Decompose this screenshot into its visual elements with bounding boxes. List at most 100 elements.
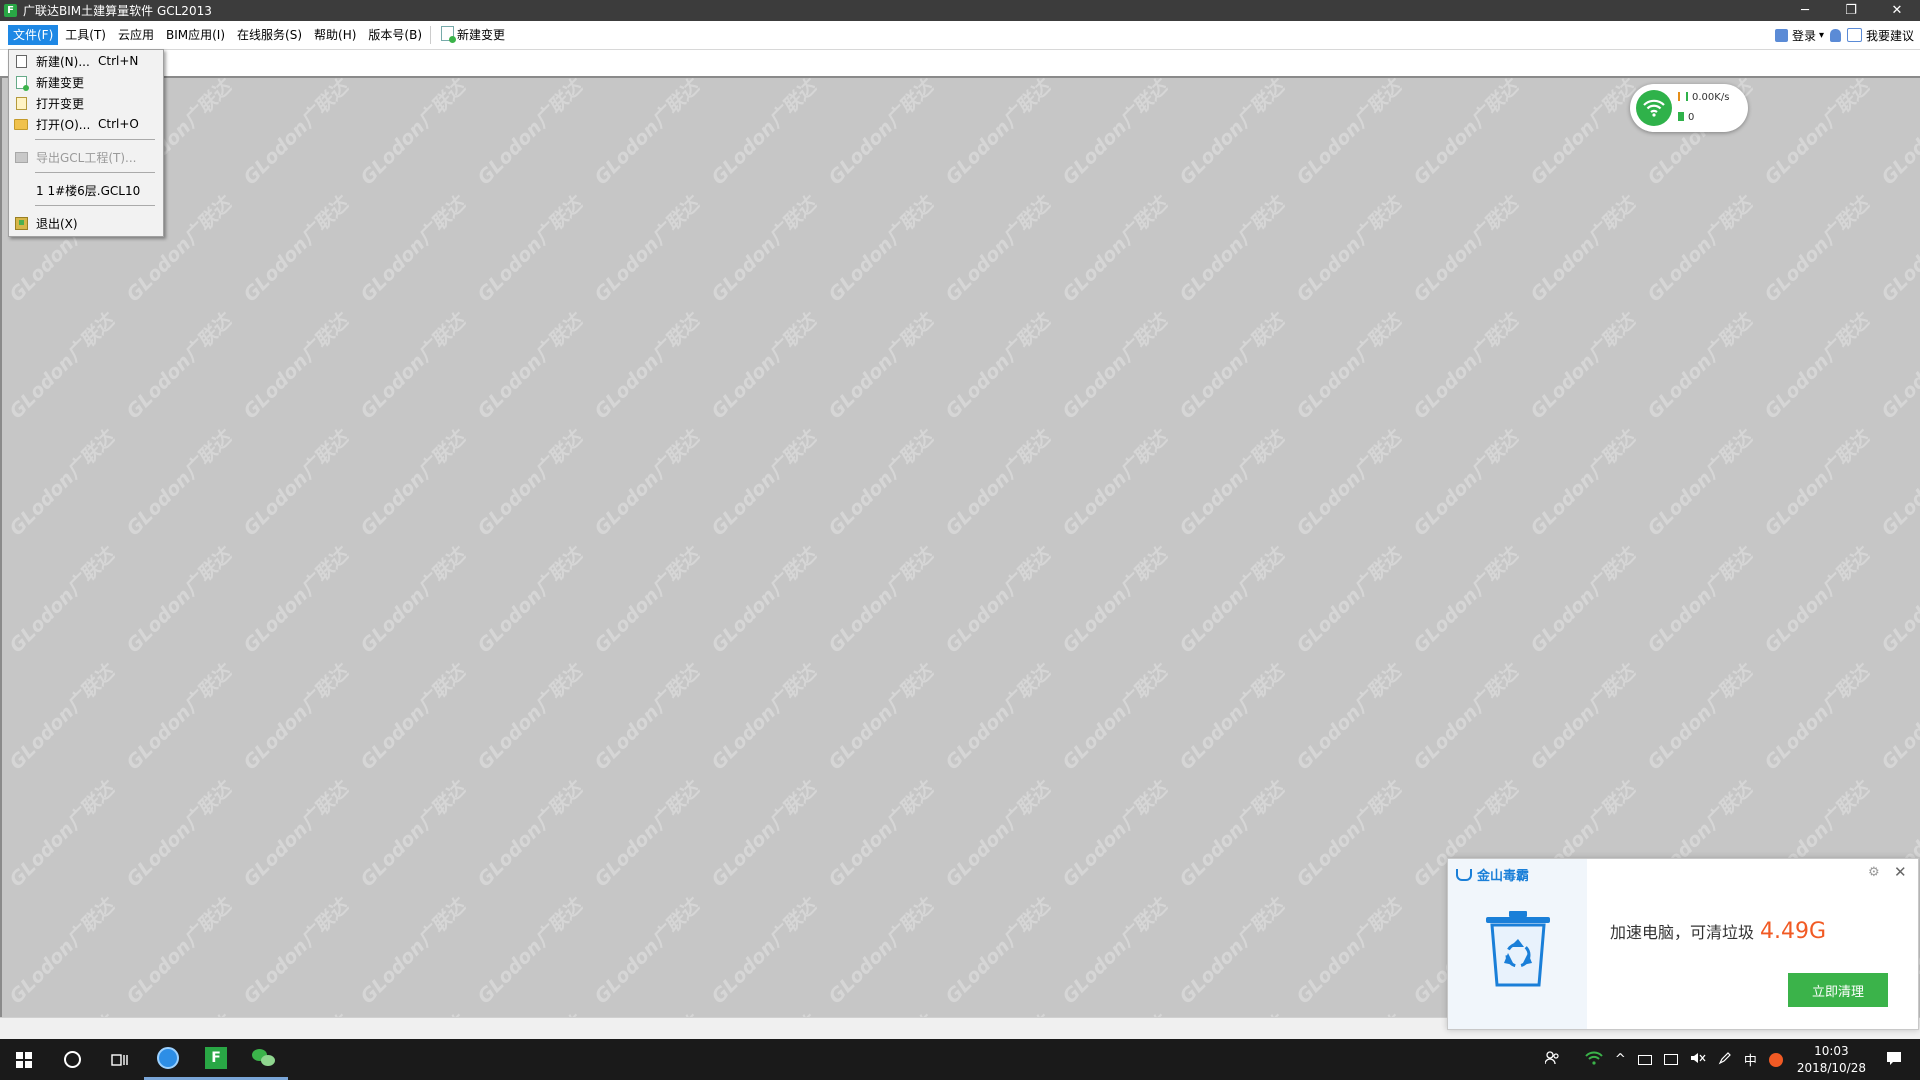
new-change-label: 新建变更: [457, 28, 506, 42]
watermark-text: GLodon广联达: [1058, 310, 1172, 424]
wechat-icon: [252, 1049, 276, 1067]
watermark-text: GLodon广联达: [239, 193, 353, 307]
watermark-text: GLodon广联达: [707, 895, 821, 1009]
menu-item-new-change[interactable]: 新建变更: [9, 73, 163, 91]
menu-item-export[interactable]: 导出GCL工程(T)...: [9, 148, 163, 166]
watermark-text: GLodon广联达: [1175, 778, 1289, 892]
watermark-text: GLodon广联达: [356, 427, 470, 541]
popup-left-panel: 金山毒霸: [1448, 859, 1587, 1029]
watermark-text: GLodon广联达: [588, 1009, 705, 1017]
task-view-button[interactable]: [96, 1039, 144, 1080]
windows-logo-icon: [16, 1051, 32, 1068]
watermark-text: GLodon广联达: [1877, 78, 1920, 190]
pen-icon[interactable]: [1718, 1051, 1732, 1069]
network-count-value: 0: [1688, 112, 1695, 123]
watermark-text: GLodon广联达: [1292, 310, 1406, 424]
watermark-text: GLodon广联达: [473, 78, 587, 190]
device-icon: [1678, 112, 1684, 121]
watermark-text: GLodon广联达: [822, 1009, 939, 1017]
watermark-text: GLodon广联达: [824, 310, 938, 424]
taskbar-gcl-app[interactable]: F: [192, 1039, 240, 1080]
popup-brand-label: 金山毒霸: [1477, 869, 1530, 884]
restore-button[interactable]: ❐: [1828, 0, 1874, 21]
watermark-text: GLodon广联达: [473, 544, 587, 658]
taskbar-wechat[interactable]: [240, 1039, 288, 1080]
watermark-text: GLodon广联达: [122, 544, 236, 658]
menu-cloud[interactable]: 云应用: [113, 25, 159, 45]
menu-help[interactable]: 帮助(H): [309, 25, 361, 45]
watermark-text: GLodon广联达: [1056, 1009, 1173, 1017]
action-center-icon[interactable]: [1886, 1051, 1902, 1069]
taskbar-browser[interactable]: [144, 1039, 192, 1080]
popup-message-text: 加速电脑，可清垃圾: [1610, 923, 1755, 942]
network-icon[interactable]: [1663, 1052, 1678, 1067]
network-speed: 0.00K/s: [1678, 92, 1729, 103]
watermark-text: GLodon广联达: [239, 78, 353, 190]
search-button[interactable]: [48, 1039, 96, 1080]
menu-item-exit[interactable]: 退出(X): [9, 214, 163, 232]
people-icon[interactable]: [1544, 1050, 1559, 1069]
watermark-text: GLodon广联达: [237, 1009, 354, 1017]
feedback-button[interactable]: 我要建议: [1846, 27, 1914, 44]
watermark-text: GLodon广联达: [1526, 661, 1640, 775]
start-button[interactable]: [0, 1039, 48, 1080]
clock[interactable]: 10:03 2018/10/28: [1797, 1043, 1866, 1077]
menu-online-service[interactable]: 在线服务(S): [232, 25, 307, 45]
ime-indicator[interactable]: 中: [1744, 1050, 1757, 1069]
watermark-text: GLodon广联达: [590, 778, 704, 892]
watermark-text: GLodon广联达: [1643, 310, 1757, 424]
bell-icon: [1829, 28, 1841, 42]
menu-tools[interactable]: 工具(T): [60, 25, 111, 45]
popup-message: 加速电脑，可清垃圾 4.49G: [1610, 919, 1826, 944]
watermark-text: GLodon广联达: [941, 544, 1055, 658]
menu-file[interactable]: 文件(F): [8, 25, 59, 45]
network-speed-widget[interactable]: 0.00K/s 0: [1630, 84, 1748, 132]
menu-item-open[interactable]: 打开(O)... Ctrl+O: [9, 115, 163, 133]
gear-icon[interactable]: ⚙: [1868, 865, 1880, 880]
watermark-text: GLodon广联达: [824, 193, 938, 307]
minimize-button[interactable]: ─: [1782, 0, 1828, 21]
sogou-icon[interactable]: [1768, 1052, 1783, 1067]
browser-icon: [157, 1047, 179, 1069]
close-icon[interactable]: ✕: [1894, 863, 1907, 881]
watermark-text: GLodon广联达: [1058, 427, 1172, 541]
watermark-text: GLodon广联达: [1058, 193, 1172, 307]
watermark-text: GLodon广联达: [824, 778, 938, 892]
menu-item-shortcut: Ctrl+N: [98, 54, 139, 68]
login-button[interactable]: 登录 ▾: [1774, 27, 1824, 44]
clean-now-button[interactable]: 立即清理: [1788, 973, 1888, 1007]
watermark-text: GLodon广联达: [1290, 1009, 1407, 1017]
watermark-text: GLodon广联达: [1760, 661, 1874, 775]
battery-icon[interactable]: [1637, 1052, 1652, 1067]
system-tray: ^ 中 10:03 2018/10/28: [1539, 1039, 1920, 1080]
watermark-text: GLodon广联达: [1175, 895, 1289, 1009]
toolbar-area: [0, 50, 1920, 78]
network-speed-value: 0.00K/s: [1692, 92, 1730, 103]
watermark-text: GLodon广联达: [1292, 427, 1406, 541]
watermark-text: GLodon广联达: [122, 778, 236, 892]
menu-item-recent-file[interactable]: 1 1#楼6层.GCL10: [9, 181, 163, 199]
menu-version[interactable]: 版本号(B): [363, 25, 427, 45]
watermark-text: GLodon广联达: [1292, 661, 1406, 775]
task-view-icon: [111, 1053, 128, 1066]
show-hidden-icons[interactable]: ^: [1615, 1052, 1626, 1067]
volume-muted-icon[interactable]: [1690, 1052, 1706, 1068]
watermark-text: GLodon广联达: [473, 778, 587, 892]
watermark-text: GLodon广联达: [941, 427, 1055, 541]
watermark-text: GLodon广联达: [1526, 193, 1640, 307]
watermark-text: GLodon广联达: [705, 1009, 822, 1017]
menu-bim[interactable]: BIM应用(I): [161, 25, 230, 45]
close-button[interactable]: ✕: [1874, 0, 1920, 21]
watermark-text: GLodon广联达: [1877, 661, 1920, 775]
taskbar: F ^ 中 10:03 2018/10/28: [0, 1039, 1920, 1080]
watermark-text: GLodon广联达: [5, 661, 119, 775]
notification-button[interactable]: [1829, 28, 1841, 42]
watermark-text: GLodon广联达: [356, 544, 470, 658]
wifi-tray-icon[interactable]: [1585, 1051, 1603, 1069]
menu-item-open-change[interactable]: 打开变更: [9, 94, 163, 112]
watermark-text: GLodon广联达: [941, 661, 1055, 775]
watermark-text: GLodon广联达: [1292, 78, 1406, 190]
watermark-text: GLodon广联达: [1175, 661, 1289, 775]
menu-item-new[interactable]: 新建(N)... Ctrl+N: [9, 52, 163, 70]
new-change-button[interactable]: 新建变更: [436, 25, 510, 45]
